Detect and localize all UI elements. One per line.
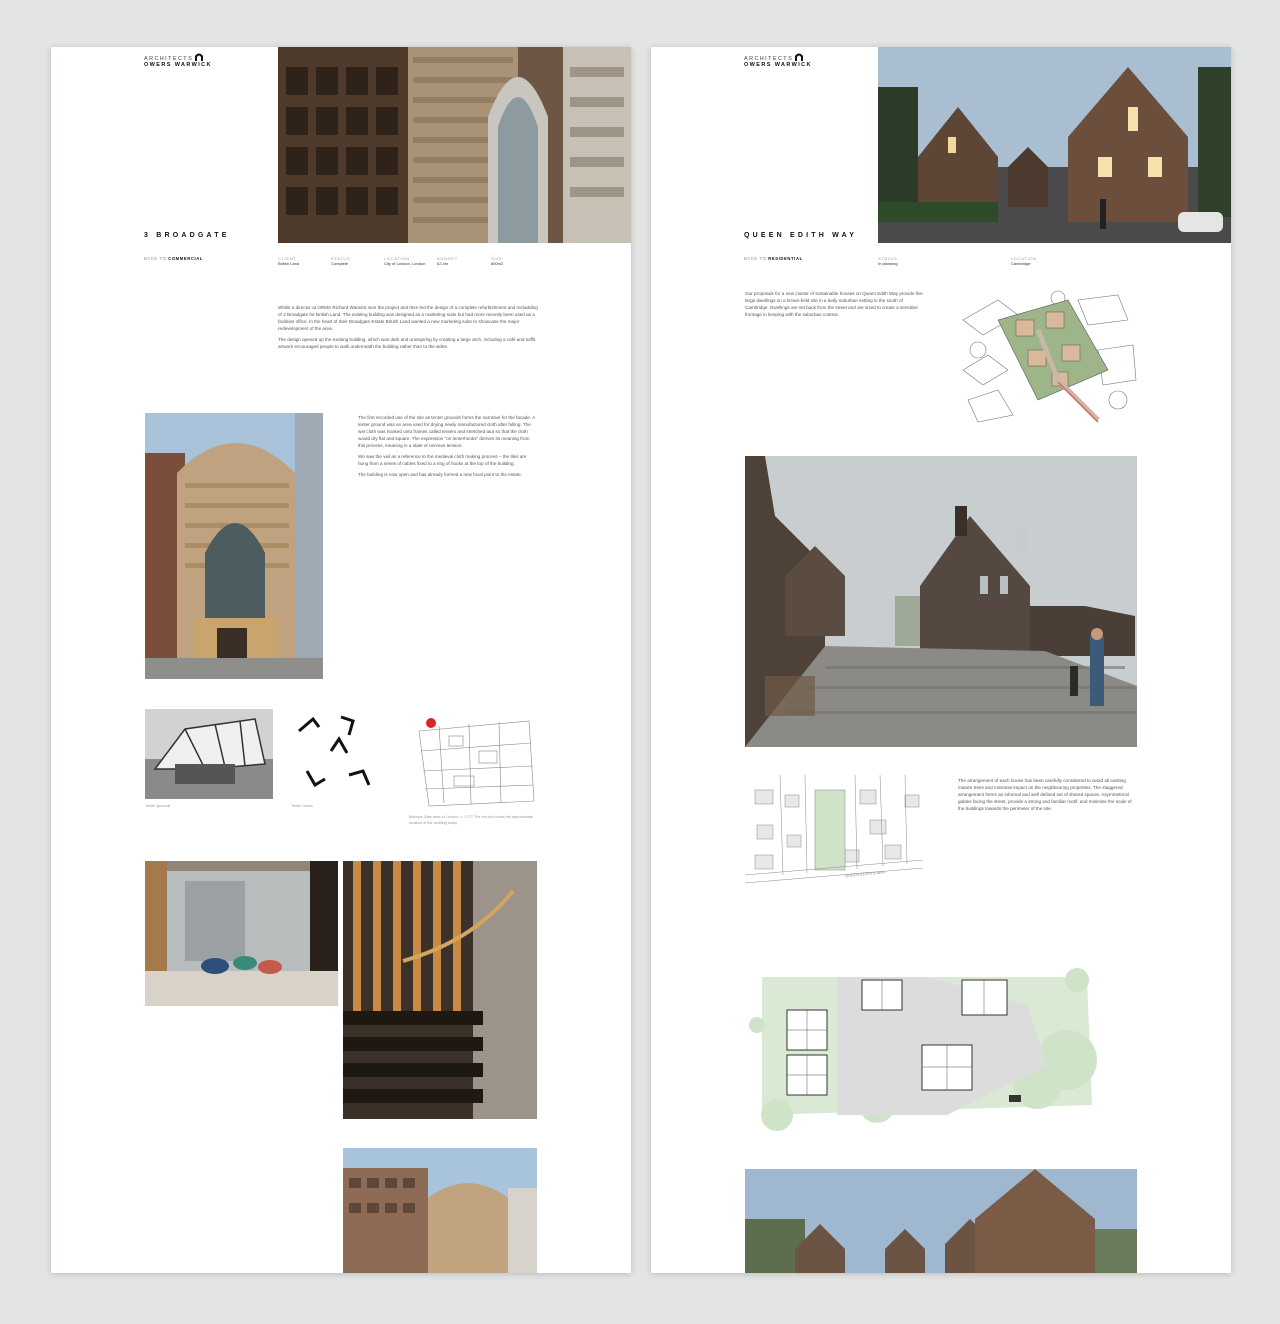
site-location-plan: QUEEN EDITH'S WAY: [745, 775, 923, 903]
meta-location: LOCATION City of London, London: [384, 256, 425, 266]
back-prefix: BACK TO: [744, 256, 767, 261]
arch-logo-icon: [795, 53, 803, 61]
intro-paragraph: Whilst a director at ORMS Richard Warwic…: [278, 305, 538, 331]
meta-value: In planning: [878, 261, 898, 266]
stair-photo: [343, 861, 537, 1119]
intro-paragraph: Our proposals for a new cluster of susta…: [745, 291, 923, 317]
intro-paragraph: The design opened up the existing buildi…: [278, 337, 536, 349]
logo-text-bottom: OWERS WARWICK: [744, 62, 812, 68]
body-paragraph: The first recorded use of the site as te…: [358, 415, 535, 448]
caption-historic-map: Bishops Gate area of London, c. 1777 The…: [409, 815, 534, 825]
body-text: The first recorded use of the site as te…: [358, 414, 536, 482]
back-link[interactable]: BACK TO COMMERCIAL: [144, 256, 203, 261]
meta-client: CLIENT British Land: [278, 256, 299, 266]
hero-facade-photo: [278, 47, 631, 243]
intro-text: Our proposals for a new cluster of susta…: [745, 290, 923, 322]
tenter-hooks-drawing: [291, 709, 381, 797]
page-title: 3 BROADGATE: [144, 232, 230, 239]
project-page-queen-edith-way: ARCHITECTS OWERS WARWICK QUEEN EDITH WAY…: [651, 47, 1231, 1273]
page-title: QUEEN EDITH WAY: [744, 232, 858, 239]
historic-map-drawing: [409, 711, 537, 811]
caption-tenter-grounds: Tenter grounds: [145, 804, 171, 808]
intro-text: Whilst a director at ORMS Richard Warwic…: [278, 304, 538, 354]
meta-value: Complete: [331, 261, 349, 266]
meta-value: Cambridge: [1011, 261, 1031, 266]
logo-text-bottom: OWERS WARWICK: [144, 62, 212, 68]
interior-lounge-photo: [145, 861, 338, 1006]
meta-budget: BUDGET £2.4m: [437, 256, 458, 266]
back-link[interactable]: BACK TO RESIDENTIAL: [744, 256, 803, 261]
project-page-3-broadgate: ARCHITECTS OWERS WARWICK 3 BROADGATE BAC…: [51, 47, 631, 1273]
site-axonometric-drawing: [958, 290, 1137, 426]
back-category[interactable]: COMMERCIAL: [168, 256, 203, 261]
street-render: [745, 456, 1137, 747]
back-category[interactable]: RESIDENTIAL: [768, 256, 803, 261]
body-text: The arrangement of each house has been c…: [958, 777, 1137, 816]
ground-floor-plan: [747, 965, 1099, 1140]
meta-status: STATUS Complete: [331, 256, 350, 266]
body-paragraph: We saw the veil as a reference to the me…: [358, 454, 527, 466]
arch-logo-icon: [195, 53, 203, 61]
tenter-grounds-photo: [145, 709, 273, 799]
meta-value: £2.4m: [437, 261, 449, 266]
caption-tenter-hooks: Tenter hooks: [291, 804, 313, 808]
building-arch-photo: [145, 413, 323, 679]
meta-value: City of London, London: [384, 261, 426, 266]
hero-dusk-render: [878, 47, 1231, 243]
body-paragraph: The building is now open and has already…: [358, 472, 522, 477]
building-street-photo: [343, 1148, 537, 1273]
meta-size: SIZE 800m2: [491, 256, 503, 266]
meta-status: STATUS In planning: [878, 256, 898, 266]
meta-value: British Land: [278, 261, 300, 266]
meta-value: 800m2: [491, 261, 504, 266]
meta-location: LOCATION Cambridge: [1011, 256, 1037, 266]
body-paragraph: The arrangement of each house has been c…: [958, 778, 1132, 811]
gables-render: [745, 1169, 1137, 1273]
back-prefix: BACK TO: [144, 256, 167, 261]
